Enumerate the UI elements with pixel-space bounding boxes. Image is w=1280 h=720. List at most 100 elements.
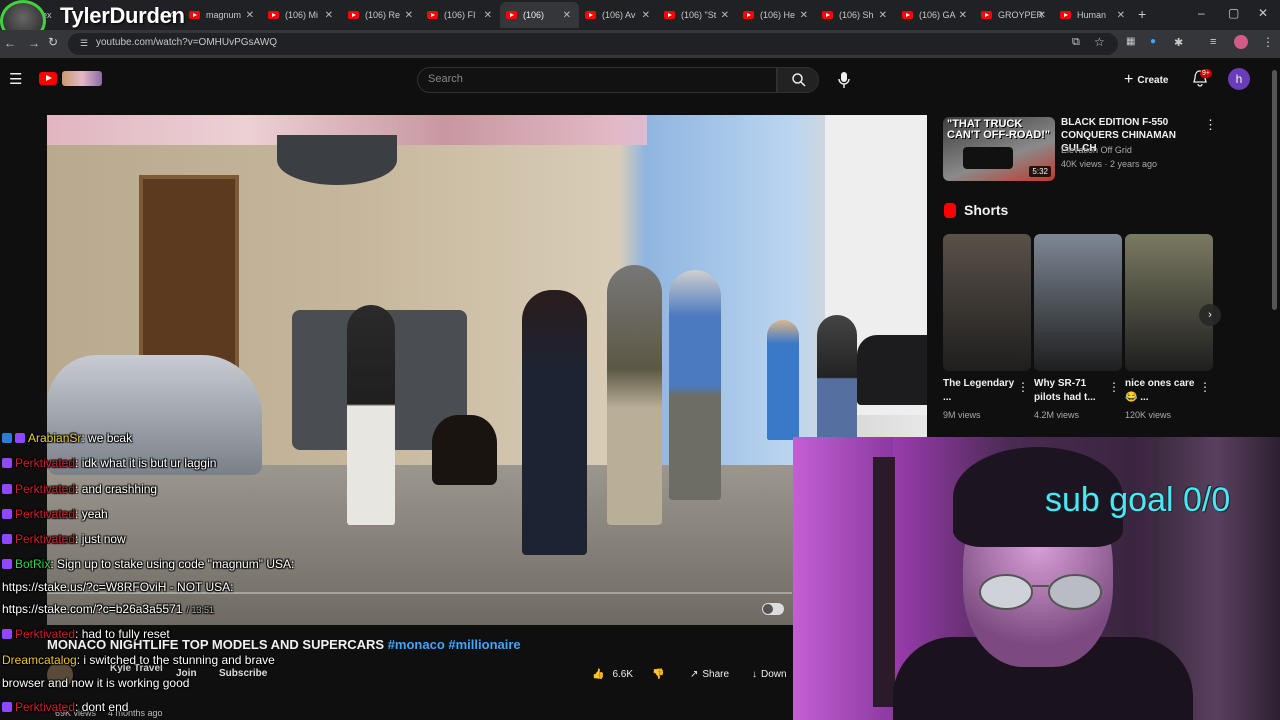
video-duration: 5:32 <box>1029 166 1051 177</box>
menu-dots-icon[interactable]: ⋮ <box>1262 35 1274 49</box>
close-window-icon[interactable]: ✕ <box>1258 6 1268 20</box>
browser-tab[interactable]: (106) ✕ <box>500 2 579 28</box>
user-avatar[interactable]: h <box>1228 68 1250 90</box>
chat-text: : just now <box>75 532 126 546</box>
short-more-icon[interactable]: ⋮ <box>1199 380 1211 394</box>
video-scene-person <box>522 290 587 555</box>
tab-label: (106) Av <box>602 10 636 20</box>
short-thumbnail[interactable] <box>1034 234 1122 371</box>
tab-close-icon[interactable]: ✕ <box>800 10 808 21</box>
dislike-button[interactable]: 👎 <box>652 663 664 685</box>
short-title[interactable]: The Legendary ... <box>943 377 1015 405</box>
tab-label: GROYPER <box>998 10 1044 20</box>
minimize-icon[interactable]: – <box>1198 6 1205 20</box>
chat-badge-icon <box>2 629 12 639</box>
page-scrollbar[interactable] <box>1272 70 1277 310</box>
search-input[interactable] <box>417 67 777 93</box>
profile-icon[interactable] <box>1234 35 1248 49</box>
autoplay-toggle[interactable] <box>762 603 784 615</box>
shorts-next-button[interactable]: › <box>1199 304 1221 326</box>
new-tab-icon[interactable]: + <box>1138 6 1146 22</box>
chat-username: BotRix <box>15 557 51 571</box>
tab-label: (106) <box>523 10 545 20</box>
more-options-icon[interactable]: ⋮ <box>1204 117 1217 133</box>
reload-icon[interactable]: ↻ <box>48 35 58 49</box>
short-thumbnail[interactable] <box>943 234 1031 371</box>
tab-label: (106) Mi <box>285 10 319 20</box>
browser-tab[interactable]: (106) "St ✕ <box>658 2 737 28</box>
back-icon[interactable]: ← <box>4 36 16 50</box>
youtube-favicon-icon <box>664 11 675 19</box>
browser-tab[interactable]: magnum ✕ <box>183 2 262 28</box>
browser-tab[interactable]: (106) Sh ✕ <box>816 2 895 28</box>
truck-image <box>963 147 1013 169</box>
hashtag-link[interactable]: #millionaire <box>448 637 520 652</box>
browser-tab[interactable]: (106) FI ✕ <box>421 2 500 28</box>
tab-close-icon[interactable]: ✕ <box>246 10 254 21</box>
browser-tab[interactable]: (106) Re ✕ <box>342 2 421 28</box>
browser-tab[interactable]: GROYPER ✕ <box>975 2 1054 28</box>
tab-close-icon[interactable]: ✕ <box>642 10 650 21</box>
maximize-icon[interactable]: ▢ <box>1228 6 1239 20</box>
chat-username: Perktivated <box>15 482 76 496</box>
tab-close-icon[interactable]: ✕ <box>325 10 333 21</box>
doodle-logo-icon[interactable] <box>62 71 102 86</box>
download-button[interactable]: ↓ Down <box>752 663 787 685</box>
hashtag-link[interactable]: #monaco <box>388 637 445 652</box>
short-thumbnail[interactable] <box>1125 234 1213 371</box>
tab-close-icon[interactable]: ✕ <box>721 10 729 21</box>
youtube-favicon-icon <box>268 11 279 19</box>
subscribe-button[interactable]: Subscribe <box>219 668 267 679</box>
share-label: Share <box>702 668 730 680</box>
url-text[interactable]: youtube.com/watch?v=OMHUvPGsAWQ <box>96 37 277 48</box>
short-more-icon[interactable]: ⋮ <box>1108 380 1120 394</box>
recommended-channel[interactable]: Elevation Off Grid <box>1061 145 1132 155</box>
chat-badge-icon <box>2 484 12 494</box>
short-views: 120K views <box>1125 410 1172 420</box>
tab-close-icon[interactable]: ✕ <box>1117 10 1125 21</box>
forward-icon[interactable]: → <box>28 36 40 50</box>
browser-tab[interactable]: (106) He ✕ <box>737 2 816 28</box>
tab-close-icon[interactable]: ✕ <box>959 10 967 21</box>
share-button[interactable]: ↗ Share <box>690 663 729 685</box>
tab-close-icon[interactable]: ✕ <box>1038 10 1046 21</box>
like-button[interactable]: 👍 6.6K <box>592 663 633 685</box>
extension-icon[interactable]: ▦ <box>1126 36 1135 47</box>
browser-tab[interactable]: (106) Mi ✕ <box>262 2 341 28</box>
download-icon: ↓ <box>752 668 757 680</box>
tab-close-icon[interactable]: ✕ <box>484 10 492 21</box>
bookmark-star-icon[interactable]: ☆ <box>1094 35 1105 49</box>
chat-text: : and crashhing <box>75 482 158 496</box>
chat-message: https://stake.us/?c=W8RFOviH - NOT USA: <box>2 580 234 594</box>
media-control-icon[interactable]: ≡ <box>1210 36 1216 48</box>
chat-message: Perktivated: dont end <box>2 700 128 714</box>
video-scene-person <box>767 320 799 440</box>
browser-tab[interactable]: Human ✕ <box>1054 2 1133 28</box>
browser-tab[interactable]: (106) GA ✕ <box>896 2 975 28</box>
hamburger-menu-icon[interactable]: ☰ <box>9 70 22 88</box>
youtube-favicon-icon <box>743 11 754 19</box>
short-title[interactable]: nice ones care 😂 ... <box>1125 377 1197 405</box>
install-app-icon[interactable]: ⧉ <box>1072 36 1080 49</box>
tab-label: (106) FI <box>444 10 476 20</box>
create-button[interactable]: + Create <box>1116 67 1182 93</box>
microphone-icon[interactable] <box>836 71 852 89</box>
chat-username: Dreamcatalog <box>2 653 77 667</box>
short-more-icon[interactable]: ⋮ <box>1017 380 1029 394</box>
short-views: 9M views <box>943 410 981 420</box>
browser-tab[interactable]: (106) Av ✕ <box>579 2 658 28</box>
puzzle-extensions-icon[interactable]: ✱ <box>1174 36 1183 49</box>
download-label: Down <box>761 668 787 680</box>
site-info-icon[interactable]: ☰ <box>80 38 88 49</box>
youtube-favicon-icon <box>189 11 200 19</box>
extension-icon-2[interactable]: ● <box>1150 36 1156 47</box>
tab-close-icon[interactable]: ✕ <box>563 10 571 21</box>
recommended-video-thumbnail[interactable]: "THAT TRUCK CAN'T OFF-ROAD!" 5:32 <box>943 117 1055 181</box>
tab-close-icon[interactable]: ✕ <box>405 10 413 21</box>
short-title[interactable]: Why SR-71 pilots had t... <box>1034 377 1106 405</box>
chat-text: : dont end <box>75 700 129 714</box>
search-button[interactable] <box>777 67 819 93</box>
youtube-logo-icon[interactable] <box>39 72 57 85</box>
youtube-favicon-icon <box>902 11 913 19</box>
tab-close-icon[interactable]: ✕ <box>879 10 887 21</box>
